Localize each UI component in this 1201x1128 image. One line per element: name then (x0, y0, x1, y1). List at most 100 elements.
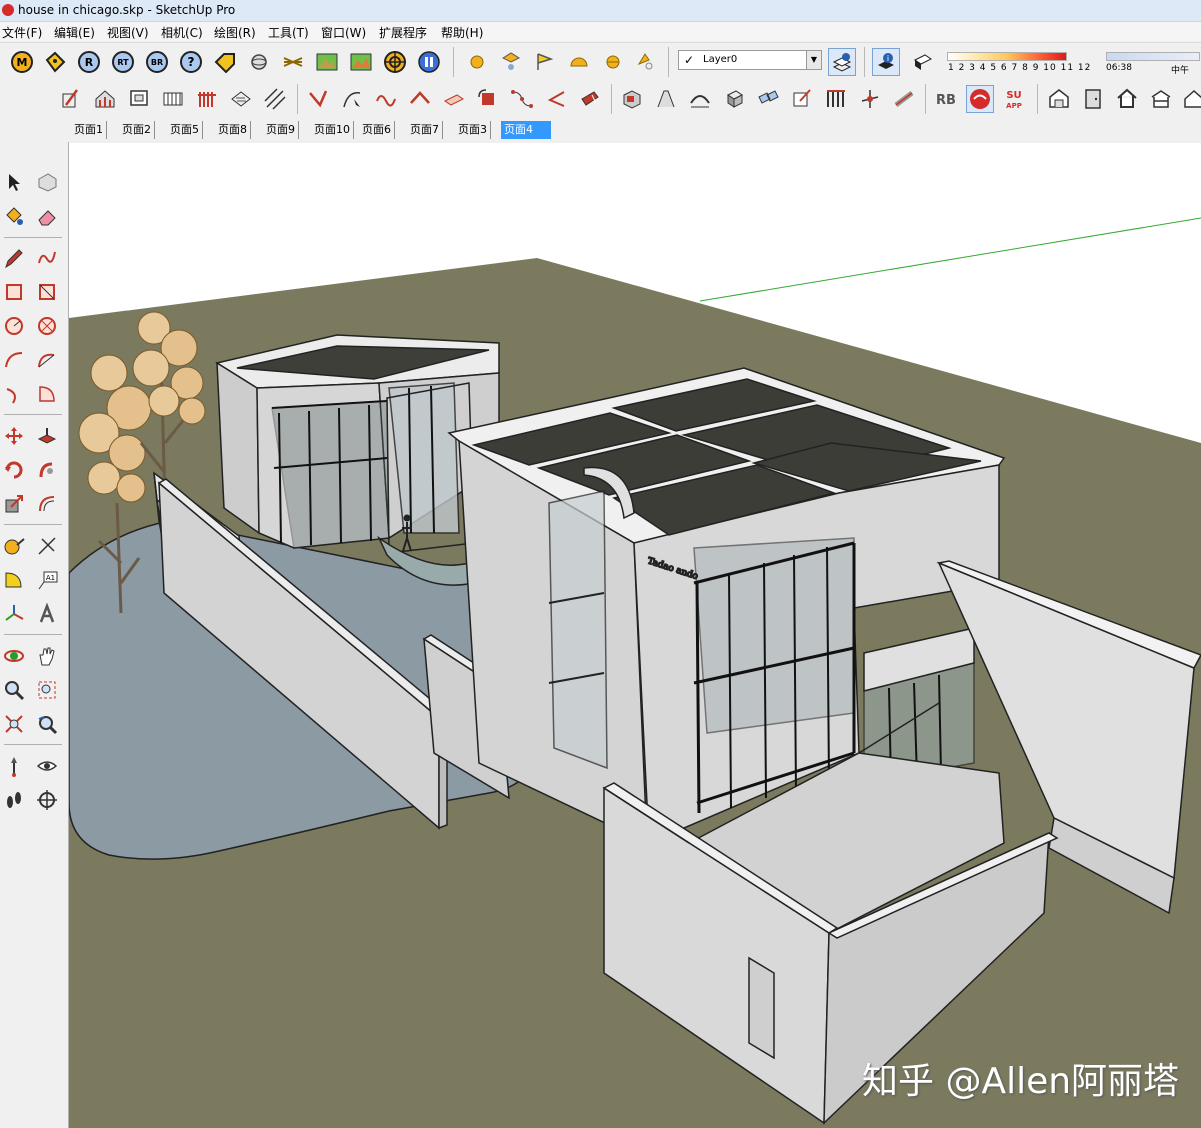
line-tool-button[interactable] (305, 86, 331, 112)
r-plugin-button[interactable]: R (76, 49, 102, 75)
freehand-tool-button[interactable] (33, 244, 61, 272)
dimension-tool-button[interactable] (33, 532, 61, 560)
arc-cursor-button[interactable] (339, 86, 365, 112)
menu-window[interactable]: 窗口(W) (321, 24, 366, 41)
pencil-tool-button[interactable] (0, 244, 28, 272)
tab-scene-7[interactable]: 页面7 (407, 121, 443, 139)
3d-text-button[interactable] (33, 600, 61, 628)
stair-button[interactable] (228, 86, 254, 112)
home-button[interactable] (1114, 86, 1140, 112)
light-tool-button[interactable] (498, 49, 524, 75)
tab-scene-6[interactable]: 页面6 (359, 121, 395, 139)
component-button[interactable] (619, 86, 645, 112)
help-plugin-button[interactable]: ? (178, 49, 204, 75)
dome-tool-button[interactable] (566, 49, 592, 75)
shadow-toggle-button[interactable]: i (872, 48, 900, 76)
date-slider[interactable] (947, 52, 1067, 61)
menu-tools[interactable]: 工具(T) (268, 24, 309, 41)
eraser-button[interactable] (33, 202, 61, 230)
move-tool-button[interactable] (0, 422, 28, 450)
tab-scene-3[interactable]: 页面3 (455, 121, 491, 139)
tab-scene-1[interactable]: 页面1 (71, 121, 107, 139)
menu-file[interactable]: 文件(F) (2, 24, 42, 41)
position-camera-button[interactable] (0, 752, 28, 780)
tab-scene-5[interactable]: 页面5 (167, 121, 203, 139)
section-plane-button[interactable] (33, 786, 61, 814)
rotate-face-button[interactable] (475, 86, 501, 112)
paint-bucket-button[interactable] (0, 202, 28, 230)
cube-button[interactable] (721, 86, 747, 112)
arch-button[interactable] (687, 86, 713, 112)
fence-button[interactable] (194, 86, 220, 112)
rotated-rectangle-button[interactable] (33, 278, 61, 306)
model-viewport[interactable]: Tadao ando 知乎 @Allen阿丽塔 (69, 143, 1201, 1128)
pipe-button[interactable] (891, 86, 917, 112)
tag-tool-button[interactable] (212, 49, 238, 75)
tab-scene-2[interactable]: 页面2 (119, 121, 155, 139)
polyline-button[interactable] (543, 86, 569, 112)
slab-button[interactable] (441, 86, 467, 112)
look-around-button[interactable] (33, 752, 61, 780)
edit-face-button[interactable] (789, 86, 815, 112)
time-slider[interactable] (1106, 52, 1200, 61)
layer-manager-button[interactable] (828, 48, 856, 76)
offset-tool-button[interactable] (33, 490, 61, 518)
follow-me-button[interactable] (33, 456, 61, 484)
zoom-tool-button[interactable] (0, 676, 28, 704)
columns-button[interactable] (823, 86, 849, 112)
sphere-tool-button[interactable] (246, 49, 272, 75)
tag-plugin-button[interactable] (42, 49, 68, 75)
shuffle-tool-button[interactable] (280, 49, 306, 75)
walk-tool-button[interactable] (0, 786, 28, 814)
grid-wall-button[interactable] (160, 86, 186, 112)
rt-plugin-button[interactable]: RT (110, 49, 136, 75)
tab-scene-10[interactable]: 页面10 (311, 121, 354, 139)
curve-button[interactable] (373, 86, 399, 112)
house-outline-button[interactable] (1181, 86, 1201, 112)
panels-button[interactable] (755, 86, 781, 112)
br-plugin-button[interactable]: BR (144, 49, 170, 75)
menu-view[interactable]: 视图(V) (107, 24, 149, 41)
menu-extensions[interactable]: 扩展程序 (379, 24, 427, 41)
component-tool-button[interactable] (33, 168, 61, 196)
door-button[interactable] (1080, 86, 1106, 112)
su-render-button[interactable] (966, 85, 994, 113)
push-pull-button[interactable] (33, 422, 61, 450)
axis-button[interactable] (857, 86, 883, 112)
target-tool-button[interactable] (382, 49, 408, 75)
omni-tool-button[interactable] (600, 49, 626, 75)
su-app-button[interactable]: SU APP (1001, 86, 1027, 112)
arc-tool-button[interactable] (0, 346, 28, 374)
rb-button[interactable]: RB (933, 86, 959, 112)
section-button[interactable] (653, 86, 679, 112)
frame-button[interactable] (126, 86, 152, 112)
spotlight-tool-button[interactable] (532, 49, 558, 75)
roof-button[interactable] (92, 86, 118, 112)
layer-visible-check-icon[interactable]: ✓ (684, 53, 694, 67)
previous-view-button[interactable] (33, 710, 61, 738)
menu-edit[interactable]: 编辑(E) (54, 24, 95, 41)
pie-tool-button[interactable] (33, 380, 61, 408)
roof2-button[interactable] (407, 86, 433, 112)
three-point-arc-button[interactable] (0, 380, 28, 408)
m-plugin-button[interactable]: M (9, 49, 35, 75)
hatch-button[interactable] (262, 86, 288, 112)
protractor-button[interactable] (0, 566, 28, 594)
warehouse-button[interactable] (1046, 86, 1072, 112)
polygon-tool-button[interactable] (33, 312, 61, 340)
menu-help[interactable]: 帮助(H) (441, 24, 483, 41)
terrain2-tool-button[interactable] (348, 49, 374, 75)
axes-tool-button[interactable] (0, 600, 28, 628)
menu-draw[interactable]: 绘图(R) (214, 24, 256, 41)
pencil-box-button[interactable] (57, 86, 83, 112)
sun-tool-button[interactable] (464, 49, 490, 75)
house-button[interactable] (1148, 86, 1174, 112)
tab-scene-4[interactable]: 页面4 (501, 121, 551, 139)
circle-tool-button[interactable] (0, 312, 28, 340)
pause-tool-button[interactable] (416, 49, 442, 75)
chevron-down-icon[interactable]: ▼ (806, 51, 821, 69)
terrain-tool-button[interactable] (314, 49, 340, 75)
shadow-display-button[interactable] (910, 49, 936, 75)
bezier-button[interactable] (509, 86, 535, 112)
scale-tool-button[interactable] (0, 490, 28, 518)
